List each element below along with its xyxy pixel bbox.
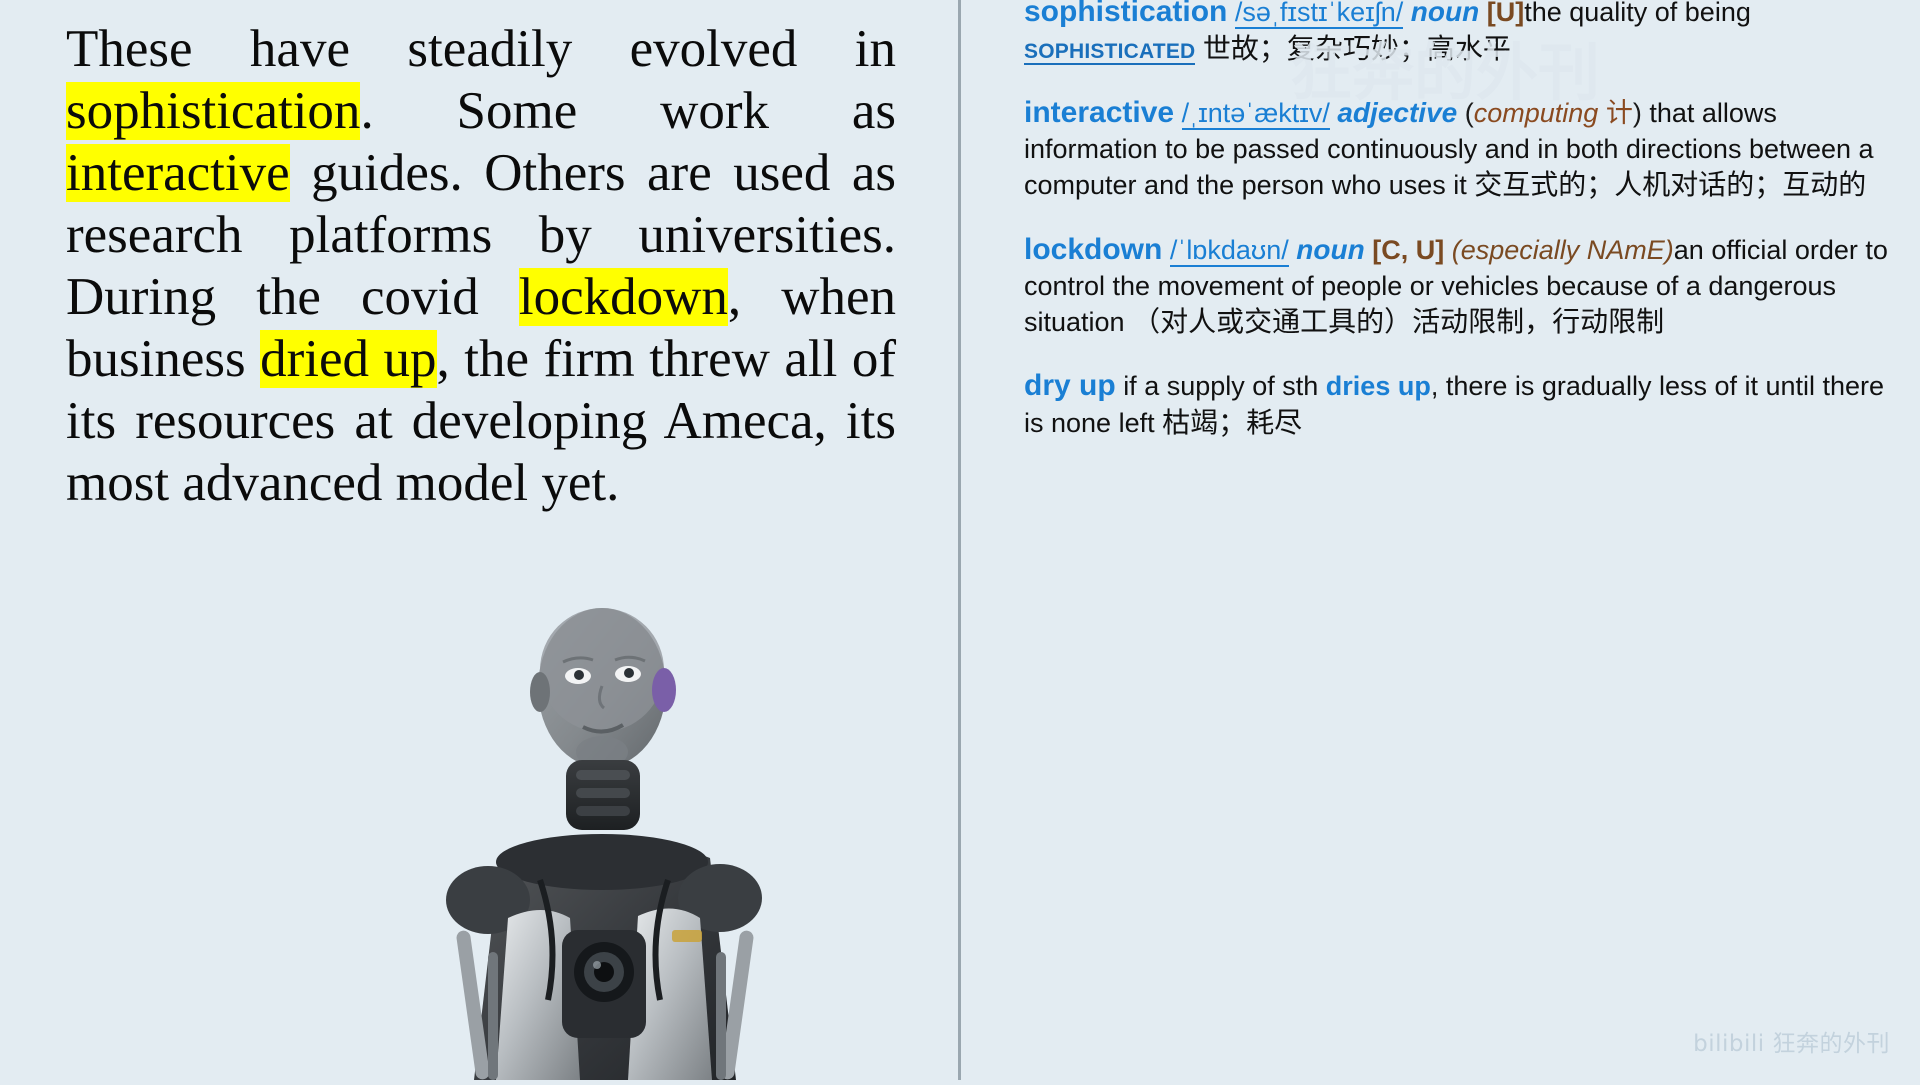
entry-pronunciation: /səˌfɪstɪˈkeɪʃn/ <box>1234 0 1404 29</box>
entry-headword: sophistication <box>1024 0 1228 28</box>
entry-subject-field: computing <box>1473 98 1599 129</box>
entry-pronunciation: /ˌɪntəˈæktɪv/ <box>1181 98 1330 131</box>
dictionary-entry: dry up if a supply of sth dries up, ther… <box>1024 366 1904 441</box>
entry-pronunciation: /ˈlɒkdaʊn/ <box>1169 234 1289 267</box>
passage-text: These have steadily evolved in <box>66 20 896 78</box>
entry-definition-part: the quality of being <box>1524 0 1751 27</box>
highlighted-term: dried up <box>260 330 437 388</box>
entry-part-of-speech: noun <box>1410 0 1480 27</box>
entry-inflection: dries up <box>1325 371 1431 402</box>
entry-definition-part: if a supply of sth <box>1123 371 1326 402</box>
dictionary-entry: sophistication /səˌfɪstɪˈkeɪʃn/ noun [U]… <box>1024 0 1904 67</box>
entry-register-label: (especially NAmE) <box>1451 234 1674 265</box>
entry-chinese-gloss: 交互式的；人机对话的；互动的 <box>1474 168 1867 202</box>
entry-body: lockdown /ˈlɒkdaʊn/ noun [C, U] (especia… <box>1024 230 1904 340</box>
ameca-robot-image <box>380 600 940 1080</box>
panel-divider <box>958 0 961 1080</box>
entry-body: interactive /ˌɪntəˈæktɪv/ adjective (com… <box>1024 96 1874 202</box>
passage-text: . Some work as <box>360 82 896 140</box>
slide-canvas: These have steadily evolved in sophistic… <box>0 0 1920 1080</box>
entry-body: dry up if a supply of sth dries up, ther… <box>1024 366 1904 441</box>
entry-headword: dry up <box>1024 369 1116 403</box>
dictionary-panel: sophistication /səˌfɪstɪˈkeɪʃn/ noun [U]… <box>1024 0 1904 1080</box>
entry-chinese-gloss: （对人或交通工具的）活动限制，行动限制 <box>1132 304 1665 338</box>
highlighted-term: lockdown <box>518 268 728 326</box>
entry-part-of-speech: adjective <box>1337 97 1458 129</box>
entry-chinese-gloss: 世故；复杂巧妙；高水平 <box>1202 32 1511 65</box>
bilibili-watermark: bilibili 狂奔的外刊 <box>1693 1031 1890 1057</box>
highlighted-term: interactive <box>66 144 290 202</box>
dictionary-entry: lockdown /ˈlɒkdaʊn/ noun [C, U] (especia… <box>1024 230 1904 340</box>
entry-subject-field-cn: 计 <box>1605 98 1633 129</box>
entry-cross-reference[interactable]: SOPHISTICATED <box>1024 40 1196 65</box>
entry-chinese-gloss: 枯竭；耗尽 <box>1162 406 1303 440</box>
entry-headword: interactive <box>1024 96 1175 130</box>
dictionary-entry: interactive /ˌɪntəˈæktɪv/ adjective (com… <box>1024 93 1904 203</box>
highlighted-term: sophistication <box>66 82 361 140</box>
entry-grammar-label: [U] <box>1486 0 1525 27</box>
entry-part-of-speech: noun <box>1296 233 1365 265</box>
entry-headword: lockdown <box>1024 232 1163 266</box>
entry-body: sophistication /səˌfɪstɪˈkeɪʃn/ noun [U]… <box>1024 0 1904 67</box>
entry-grammar-label: [C, U] <box>1372 234 1445 265</box>
reading-passage: These have steadily evolved in sophistic… <box>66 18 896 514</box>
